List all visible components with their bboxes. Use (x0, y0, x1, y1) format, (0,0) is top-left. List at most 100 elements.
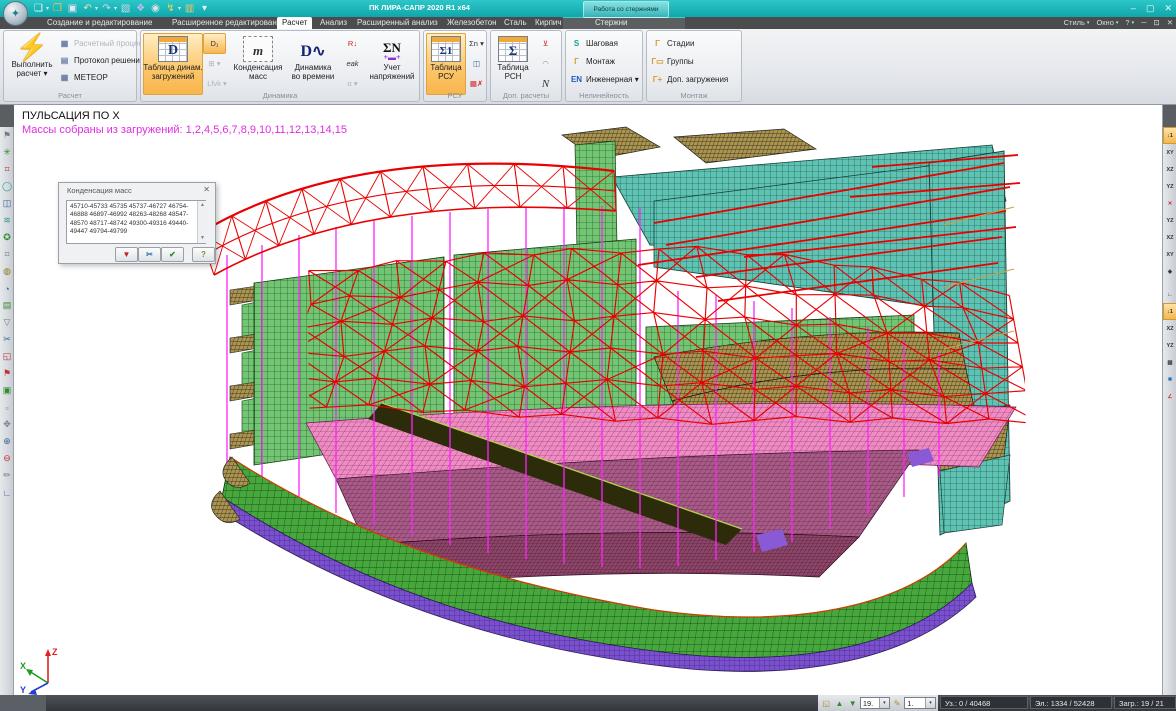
tab-5[interactable]: Расширенный анализ (352, 17, 443, 29)
soil-button[interactable]: ◠ (534, 53, 557, 74)
flag-tool[interactable]: ⚑ (0, 365, 14, 382)
new-file-button[interactable]: ❏ (32, 2, 45, 16)
view-persp-button[interactable]: ▨ (1163, 354, 1176, 371)
snapshot-button[interactable]: ◉ (149, 2, 162, 16)
tab-1[interactable]: Создание и редактирование (42, 17, 157, 29)
up-status-button[interactable]: ▲ (833, 697, 845, 710)
montazh-analysis[interactable]: ΓМонтаж (570, 53, 615, 70)
view-xy-button[interactable]: XY (1163, 144, 1176, 161)
save-button[interactable]: ▣ (66, 2, 79, 16)
view-orbit-button[interactable]: ❋ (1163, 371, 1176, 388)
pencil-tool[interactable]: ✏ (0, 467, 14, 484)
solve-protocol[interactable]: ▤Протокол решения (58, 52, 144, 69)
view-yz2-button[interactable]: YZ (1163, 337, 1176, 354)
pointer-flag-tool[interactable]: ⚑ (0, 127, 14, 144)
chart-tool[interactable]: ▤ (0, 297, 14, 314)
cut-button[interactable]: ✂ (138, 247, 161, 262)
view-xz-button[interactable]: XZ (1163, 161, 1176, 178)
scroll-down-icon[interactable]: ▼ (198, 234, 207, 243)
apply-button[interactable]: ✔ (161, 247, 184, 262)
section-tool[interactable]: ◫ (0, 195, 14, 212)
view-iso-button[interactable]: ◈ (1163, 263, 1176, 280)
stability-button[interactable]: ⊻ (534, 33, 557, 54)
fragment-status-button[interactable]: ◱ (820, 697, 832, 710)
stages[interactable]: ΓСтадии (651, 35, 694, 52)
qat-more-button[interactable]: ▾ (198, 2, 211, 16)
view-xz-rear-button[interactable]: XZ (1163, 229, 1176, 246)
loadcase-combo[interactable]: 19.▾ (860, 697, 890, 709)
groups[interactable]: Γ▭Группы (651, 53, 694, 70)
library-button[interactable]: ❖ (134, 2, 147, 16)
style-menu[interactable]: Стиль▾ (1064, 17, 1090, 29)
rsn-table-button[interactable]: Σ Таблица РСН (493, 33, 533, 95)
model-canvas[interactable]: ПУЛЬСАЦИЯ ПО X Массы собраны из загружен… (14, 105, 1162, 695)
tab-9[interactable]: Стержни (590, 17, 633, 29)
flash-run-button[interactable]: ↯ (164, 2, 177, 16)
mdi-restore-button[interactable]: ⊡ (1153, 17, 1159, 29)
eak-button[interactable]: eak (341, 53, 364, 74)
filter-funnel-tool[interactable]: ▽ (0, 314, 14, 331)
mdi-minimize-button[interactable]: ─ (1141, 17, 1146, 29)
app-logo-icon[interactable]: ✦ (3, 1, 28, 26)
layers-tool[interactable]: ≋ (0, 212, 14, 229)
mdi-close-button[interactable]: ✕ (1167, 17, 1173, 29)
rsu-window-button[interactable]: ◫ (465, 53, 488, 74)
stress-account-button[interactable]: ΣN +▬+ Учет напряжений (363, 33, 421, 95)
cut-fragment-tool[interactable]: ✂ (0, 331, 14, 348)
mass-condensation-dialog[interactable]: Конденсация масс ✕ 45710-45733 45735 457… (58, 182, 216, 264)
tab-2[interactable]: Расширенное редактирование (167, 17, 291, 29)
r-down-button[interactable]: R↓ (341, 33, 364, 54)
view-xy-rear-button[interactable]: XY (1163, 246, 1176, 263)
pan-tool[interactable]: ✥ (0, 416, 14, 433)
view-yz-rear-button[interactable]: YZ (1163, 212, 1176, 229)
chart-button[interactable]: ▥ (183, 2, 196, 16)
down-status-button[interactable]: ▼ (847, 697, 859, 710)
tab-4[interactable]: Анализ (315, 17, 352, 29)
undo-button[interactable]: ↶ (81, 2, 94, 16)
pack-model-button[interactable]: ▧ (119, 2, 132, 16)
pencil-status-button[interactable]: ✎ (891, 697, 903, 710)
d1-button[interactable]: D₁ (203, 33, 226, 54)
grid-tool[interactable]: ⌗ (0, 161, 14, 178)
new-file-button-dropdown[interactable]: ▾ (46, 5, 49, 12)
meteor[interactable]: ▦МЕТЕОР (58, 69, 108, 86)
extra-loads[interactable]: Γ+Доп. загружения (651, 71, 728, 88)
mode-combo-arrow[interactable]: ▾ (925, 698, 935, 708)
disc-tool[interactable]: ◍ (0, 263, 14, 280)
tab-7[interactable]: Сталь (499, 17, 532, 29)
undo-button-dropdown[interactable]: ▾ (95, 5, 98, 12)
fragment-tool[interactable]: ◱ (0, 348, 14, 365)
view-axo-button[interactable]: ∠ (1163, 388, 1176, 405)
axes-tool[interactable]: ∟ (0, 484, 14, 501)
d-plus-button[interactable]: ⊞ ▾ (203, 53, 226, 74)
redo-button-dropdown[interactable]: ▾ (114, 5, 117, 12)
target-tool[interactable]: ✪ (0, 229, 14, 246)
tab-6[interactable]: Железобетон (442, 17, 502, 29)
rsu-table-button[interactable]: Σ1 Таблица РСУ (426, 33, 466, 95)
step-analysis[interactable]: SШаговая (570, 35, 618, 52)
help-menu[interactable]: ?▾ (1125, 17, 1134, 29)
mode-combo[interactable]: 1.▾ (904, 697, 936, 709)
box-select-tool[interactable]: ▫ (0, 399, 14, 416)
window-menu[interactable]: Окно▾ (1096, 17, 1118, 29)
view-clear-button[interactable]: ✕ (1163, 195, 1176, 212)
close-button[interactable]: ✕ (1164, 1, 1172, 16)
zoom-in-tool[interactable]: ⊕ (0, 433, 14, 450)
time-dynamics-button[interactable]: D∿ Динамика во времени (285, 33, 341, 95)
redo-button[interactable]: ↷ (100, 2, 113, 16)
mesh-tool[interactable]: ⌗ (0, 246, 14, 263)
view-dim-button[interactable]: ↓1 (1163, 303, 1176, 320)
open-file-button[interactable]: ❒ (51, 2, 64, 16)
view-xz2-button[interactable]: XZ (1163, 320, 1176, 337)
scroll-up-icon[interactable]: ▲ (198, 201, 207, 210)
dialog-scrollbar[interactable]: ▲ ▼ (197, 201, 207, 243)
dynamic-loads-table-button[interactable]: D Таблица динам. загружений (143, 33, 203, 95)
dialog-element-list[interactable]: 45710-45733 45735 45737-46727 46754-4688… (66, 200, 206, 244)
tab-3[interactable]: Расчет (277, 17, 312, 29)
minimize-button[interactable]: – (1131, 1, 1136, 16)
view-default-button[interactable]: ↓1 (1163, 127, 1176, 144)
zoom-out-tool[interactable]: ⊖ (0, 450, 14, 467)
tab-8[interactable]: Кирпич (530, 17, 567, 29)
flash-run-button-dropdown[interactable]: ▾ (178, 5, 181, 12)
view-yz-button[interactable]: YZ (1163, 178, 1176, 195)
